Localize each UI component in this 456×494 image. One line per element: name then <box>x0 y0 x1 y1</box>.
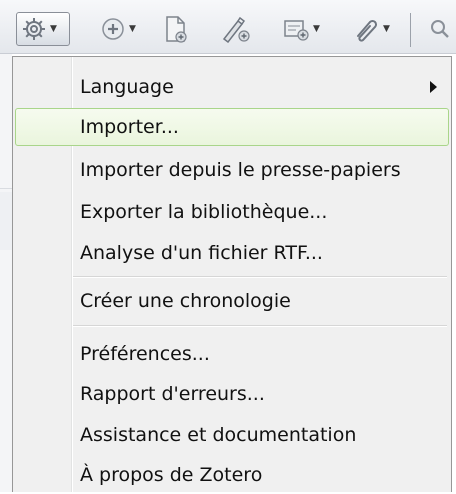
pane-row <box>0 192 12 250</box>
add-item-by-identifier-button[interactable] <box>162 14 188 44</box>
menu-item-create-timeline[interactable]: Créer une chronologie <box>15 282 449 320</box>
menu-item-label: Analyse d'un fichier RTF... <box>80 242 323 264</box>
actions-menu-button[interactable]: ▼ <box>16 12 70 46</box>
menu-item-import-clipboard[interactable]: Importer depuis le presse-papiers <box>15 151 449 189</box>
menu-item-label: Assistance et documentation <box>80 424 357 446</box>
menu-item-about[interactable]: À propos de Zotero <box>15 456 449 494</box>
menu-item-preferences[interactable]: Préférences... <box>15 335 449 373</box>
menu-item-label: Préférences... <box>80 343 210 365</box>
chevron-down-icon: ▼ <box>313 23 320 34</box>
actions-dropdown-menu: Language Importer... Importer depuis le … <box>12 56 452 492</box>
menu-item-language[interactable]: Language <box>15 68 449 106</box>
chevron-down-icon: ▼ <box>50 23 57 34</box>
menu-item-label: Language <box>80 76 174 98</box>
menu-item-report-errors[interactable]: Rapport d'erreurs... <box>15 375 449 413</box>
menu-item-label: Importer... <box>80 116 179 138</box>
attach-link-icon <box>222 16 250 43</box>
submenu-arrow-icon <box>430 81 437 93</box>
add-attachment-button[interactable]: ▼ <box>352 14 390 44</box>
menu-item-import[interactable]: Importer... <box>15 108 449 146</box>
pane-divider <box>0 188 12 189</box>
toolbar-divider <box>410 13 411 47</box>
search-icon <box>431 20 449 38</box>
menu-item-label: Rapport d'erreurs... <box>80 383 265 405</box>
gear-icon <box>23 18 45 40</box>
menu-separator <box>73 325 447 327</box>
menu-item-label: Créer une chronologie <box>80 290 291 312</box>
menu-item-label: Importer depuis le presse-papiers <box>80 159 401 181</box>
menu-item-rtf-scan[interactable]: Analyse d'un fichier RTF... <box>15 234 449 272</box>
new-item-icon <box>166 16 187 43</box>
menu-item-label: Exporter la bibliothèque... <box>80 201 328 223</box>
add-icon <box>102 18 124 40</box>
chevron-down-icon: ▼ <box>383 23 390 34</box>
search-button[interactable] <box>428 14 452 44</box>
menu-separator <box>73 276 447 278</box>
new-note-button[interactable]: ▼ <box>282 14 320 44</box>
new-item-button[interactable]: ▼ <box>100 14 136 44</box>
menu-item-label: À propos de Zotero <box>80 464 263 486</box>
paperclip-icon <box>357 19 378 42</box>
menu-item-export-library[interactable]: Exporter la bibliothèque... <box>15 193 449 231</box>
background-pane <box>0 54 12 492</box>
chevron-down-icon: ▼ <box>129 23 136 34</box>
main-toolbar: ▼ ▼ ▼ ▼ <box>0 0 456 54</box>
new-note-icon <box>284 20 309 41</box>
add-attachment-link-button[interactable] <box>220 14 250 44</box>
menu-item-support-docs[interactable]: Assistance et documentation <box>15 416 449 454</box>
